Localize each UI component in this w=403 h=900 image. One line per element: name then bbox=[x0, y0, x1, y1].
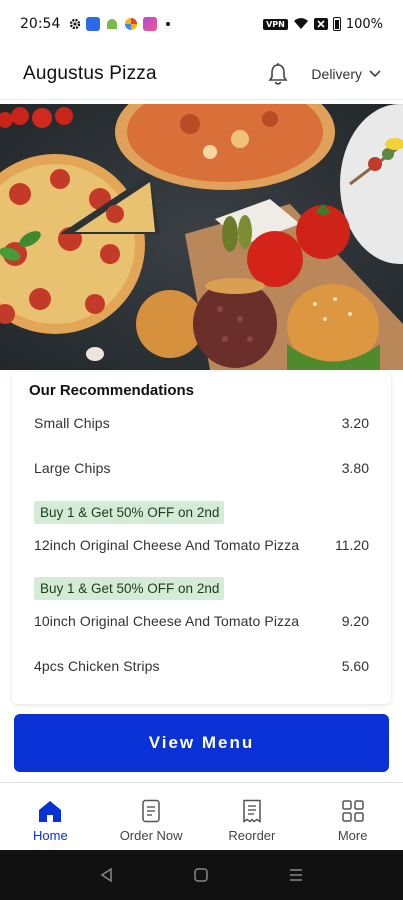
item-price: 5.60 bbox=[341, 657, 369, 674]
gear-icon bbox=[70, 18, 81, 30]
signal-icon bbox=[313, 18, 328, 30]
nav-label: Home bbox=[33, 828, 68, 843]
nav-label: Order Now bbox=[119, 828, 183, 843]
notification-icons bbox=[69, 17, 171, 31]
item-name: 12inch Original Cheese And Tomato Pizza bbox=[34, 536, 300, 553]
battery-icon bbox=[332, 17, 341, 31]
item-name: Large Chips bbox=[34, 459, 111, 476]
status-bar: 20:54 VPN 100% bbox=[0, 0, 403, 48]
nav-item-reorder[interactable]: Reorder bbox=[202, 783, 303, 850]
android-icon bbox=[107, 19, 118, 29]
item-row: Large Chips 3.80 bbox=[34, 456, 369, 479]
nav-label: More bbox=[337, 828, 368, 843]
recommendations-list: Small Chips 3.20 Large Chips 3.80 Buy 1 … bbox=[29, 411, 373, 677]
delivery-mode-dropdown[interactable]: Delivery bbox=[311, 66, 381, 82]
food-illustration bbox=[0, 104, 403, 370]
item-row: 10inch Original Cheese And Tomato Pizza … bbox=[34, 609, 369, 632]
delivery-label: Delivery bbox=[311, 65, 362, 82]
battery-percent: 100% bbox=[345, 16, 383, 32]
home-button-icon[interactable] bbox=[193, 867, 209, 883]
view-menu-button[interactable]: View Menu bbox=[14, 714, 389, 772]
status-right: VPN 100% bbox=[263, 17, 383, 32]
recents-icon[interactable] bbox=[288, 867, 304, 883]
item-price: 9.20 bbox=[341, 612, 369, 629]
list-item[interactable]: Buy 1 & Get 50% OFF on 2nd 10inch Origin… bbox=[29, 577, 373, 632]
recommendations-card: Our Recommendations Small Chips 3.20 Lar… bbox=[12, 372, 391, 704]
list-item[interactable]: Large Chips 3.80 bbox=[29, 456, 373, 479]
item-row: 12inch Original Cheese And Tomato Pizza … bbox=[34, 533, 369, 556]
more-notifications-dot bbox=[166, 22, 171, 26]
item-row: Small Chips 3.20 bbox=[34, 411, 369, 434]
photos-icon bbox=[125, 18, 138, 30]
system-nav-bar bbox=[0, 850, 403, 900]
item-row: 4pcs Chicken Strips 5.60 bbox=[34, 654, 369, 677]
list-item[interactable]: Buy 1 & Get 50% OFF on 2nd 12inch Origin… bbox=[29, 501, 373, 556]
page-title: Augustus Pizza bbox=[23, 62, 157, 84]
list-item[interactable]: 4pcs Chicken Strips 5.60 bbox=[29, 654, 373, 677]
back-icon[interactable] bbox=[99, 867, 115, 883]
promo-badge: Buy 1 & Get 50% OFF on 2nd bbox=[34, 577, 225, 600]
item-name: 10inch Original Cheese And Tomato Pizza bbox=[34, 612, 300, 629]
nav-label: Reorder bbox=[228, 828, 276, 843]
item-name: Small Chips bbox=[34, 414, 110, 431]
hero-food-image bbox=[0, 104, 403, 370]
item-name: 4pcs Chicken Strips bbox=[34, 657, 160, 674]
app-notification-icon bbox=[86, 17, 101, 31]
receipt-icon bbox=[243, 799, 261, 823]
item-price: 3.20 bbox=[341, 414, 369, 431]
bottom-nav: Home Order Now Reorder More bbox=[0, 782, 403, 850]
chevron-down-icon bbox=[369, 69, 381, 77]
instagram-icon bbox=[143, 17, 158, 31]
list-item[interactable]: Small Chips 3.20 bbox=[29, 411, 373, 434]
item-price: 3.80 bbox=[341, 459, 369, 476]
grid-icon bbox=[341, 800, 364, 822]
vpn-indicator: VPN bbox=[263, 18, 288, 30]
notification-bell-icon[interactable] bbox=[265, 61, 291, 87]
promo-badge: Buy 1 & Get 50% OFF on 2nd bbox=[34, 501, 225, 524]
home-icon bbox=[39, 801, 62, 822]
nav-item-more[interactable]: More bbox=[302, 783, 403, 850]
item-price: 11.20 bbox=[335, 536, 369, 553]
nav-item-home[interactable]: Home bbox=[0, 783, 101, 850]
wifi-icon bbox=[293, 18, 308, 29]
app-header: Augustus Pizza Delivery bbox=[0, 48, 403, 100]
order-icon bbox=[142, 799, 160, 823]
status-time: 20:54 bbox=[20, 16, 61, 32]
nav-item-order-now[interactable]: Order Now bbox=[101, 783, 202, 850]
recommendations-title: Our Recommendations bbox=[29, 382, 195, 399]
